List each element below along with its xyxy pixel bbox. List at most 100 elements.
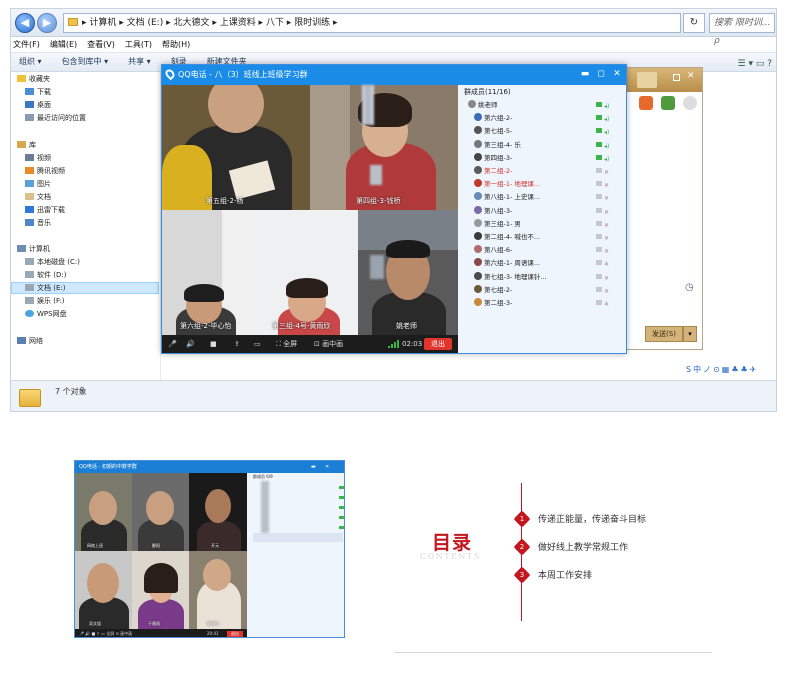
- member-row[interactable]: 第二组-4- 喊也不... ✕: [474, 231, 634, 243]
- picture-in-picture-button[interactable]: ⊡ 画中画: [314, 335, 343, 353]
- address-bar[interactable]: ▸ 计算机 ▸ 文档 (E:) ▸ 北大德文 ▸ 上课资料 ▸ 八下 ▸ 限时训…: [63, 13, 681, 33]
- desktop-icon: [25, 101, 34, 108]
- member-row[interactable]: 第二组-2- ✕: [474, 165, 634, 177]
- member-row[interactable]: 第三组-1- 男 ✕: [474, 218, 634, 230]
- nav-drive-d[interactable]: 软件 (D:): [25, 270, 66, 280]
- nav-xunlei[interactable]: 迅雷下载: [25, 205, 65, 215]
- share-screen-icon[interactable]: ⇪: [234, 335, 240, 353]
- member-row[interactable]: 第二组-3- ✕: [474, 297, 634, 309]
- member-name: 第七组-5-: [484, 127, 513, 136]
- nav-video[interactable]: 视频: [25, 153, 51, 163]
- nav-documents[interactable]: 文档: [25, 192, 51, 202]
- maximize-icon[interactable]: [673, 74, 680, 81]
- speaker-on-icon: ◂): [604, 116, 610, 124]
- back-button[interactable]: ◀: [15, 13, 35, 33]
- list-item[interactable]: [253, 533, 343, 542]
- nav-drive-f[interactable]: 娱乐 (F:): [25, 296, 65, 306]
- app-icon[interactable]: [661, 96, 675, 110]
- avatar: [474, 245, 482, 254]
- nav-network[interactable]: 网络: [17, 336, 43, 346]
- refresh-button[interactable]: ↻: [683, 13, 705, 33]
- menu-view[interactable]: 查看(V): [87, 40, 115, 49]
- close-icon[interactable]: ✕: [325, 461, 329, 473]
- call-duration: 20:41: [207, 631, 219, 636]
- exit-call-button[interactable]: 退出: [424, 338, 452, 350]
- nav-library[interactable]: 库: [17, 140, 36, 150]
- muted-icon: ✕: [604, 235, 610, 242]
- member-row[interactable]: 第七组-5- ◂): [474, 125, 634, 137]
- menu-help[interactable]: 帮助(H): [162, 40, 190, 49]
- send-button[interactable]: 发送(S): [645, 326, 683, 342]
- member-row[interactable]: 第八组-1- 上史课... ✕: [474, 191, 634, 203]
- exit-call-button[interactable]: 退出: [227, 631, 243, 637]
- member-row[interactable]: 第六组-1- 周语课... ✕: [474, 257, 634, 269]
- search-input[interactable]: 搜索 限时训... ρ: [709, 13, 775, 46]
- cloud-icon: [25, 310, 34, 317]
- minimize-button[interactable]: ▬: [578, 67, 592, 81]
- fullscreen-button[interactable]: ⛶ 全屏: [276, 335, 297, 353]
- muted-icon: ✕: [604, 261, 610, 269]
- nav-music[interactable]: 音乐: [25, 218, 51, 228]
- include-library-button[interactable]: 包含到库中 ▾: [62, 57, 109, 66]
- video-tile[interactable]: 网络上班: [75, 473, 132, 551]
- nav-tencent-video[interactable]: 腾讯视频: [25, 166, 65, 176]
- star-icon: [17, 75, 26, 82]
- app-icon[interactable]: [639, 96, 653, 110]
- member-row[interactable]: 第三组-4- 乐 ◂): [474, 139, 634, 151]
- video-tile[interactable]: 鄱阳: [132, 473, 189, 551]
- member-row[interactable]: 第七组-2- ✕: [474, 284, 634, 296]
- nav-recent[interactable]: 最近访问的位置: [25, 113, 86, 123]
- organize-button[interactable]: 组织 ▾: [19, 57, 42, 66]
- video-tile[interactable]: 姚琴红: [189, 551, 247, 629]
- member-row[interactable]: 第七组-3- 地理课针... ✕: [474, 271, 634, 283]
- view-options[interactable]: ☰ ▾ ▭ ?: [738, 55, 772, 73]
- close-icon[interactable]: ✕: [687, 71, 695, 81]
- menu-edit[interactable]: 编辑(E): [50, 40, 77, 49]
- video-tile[interactable]: 第三组-4号-黄雨欣: [260, 210, 358, 335]
- member-row[interactable]: 第八组-6- ✕: [474, 244, 634, 256]
- video-tile[interactable]: 于雅丽: [132, 551, 189, 629]
- more-icon[interactable]: [683, 96, 697, 110]
- minimize-icon[interactable]: ▬: [311, 461, 316, 473]
- screen-icon[interactable]: ▭: [254, 335, 261, 353]
- muted-icon: ✕: [604, 301, 610, 308]
- muted-icon: ✕: [604, 221, 610, 229]
- forward-button[interactable]: ▶: [37, 13, 57, 33]
- camera-on-icon: [596, 102, 602, 107]
- speaker-icon[interactable]: 🔊: [186, 335, 195, 353]
- contents-subtitle: CONTENTS: [420, 552, 481, 561]
- send-options-button[interactable]: ▾: [683, 326, 697, 342]
- member-row[interactable]: 第四组-3- ◂): [474, 152, 634, 164]
- control-icons[interactable]: 🎤 🔊 ■ ⇪ ▭ 全屏 ⊡ 画中画: [79, 629, 132, 637]
- member-row[interactable]: 第八组-3- ✕: [474, 205, 634, 217]
- video-tile[interactable]: 第六组-2-毕心怡: [162, 210, 260, 335]
- speaker-on-icon: ◂): [604, 155, 610, 163]
- folder-icon: [19, 389, 41, 407]
- mic-icon[interactable]: 🎤: [168, 335, 177, 353]
- nav-drive-c[interactable]: 本地磁盘 (C:): [25, 257, 80, 267]
- video-tile[interactable]: 开元: [189, 473, 247, 551]
- video-tile[interactable]: 第五组-2-杨: [162, 85, 310, 210]
- camera-icon[interactable]: ■: [210, 335, 217, 353]
- nav-download[interactable]: 下载: [25, 87, 51, 97]
- nav-computer[interactable]: 计算机: [17, 244, 50, 254]
- menu-file[interactable]: 文件(F): [13, 40, 40, 49]
- nav-favorites[interactable]: 收藏夹: [17, 74, 50, 84]
- video-tile[interactable]: 第四组-3-钱桥: [310, 85, 458, 210]
- video-tile[interactable]: 双文组: [75, 551, 132, 629]
- item-number: 3: [519, 571, 525, 579]
- nav-drive-e[interactable]: 文档 (E:): [25, 283, 65, 293]
- member-row[interactable]: 第一组-1- 地理课... ✕: [474, 178, 634, 190]
- member-row[interactable]: 姚老师 ◂): [468, 99, 628, 111]
- menu-tools[interactable]: 工具(T): [125, 40, 152, 49]
- history-clock-icon[interactable]: ◷: [685, 282, 694, 293]
- member-row[interactable]: 第六组-2- ◂): [474, 112, 634, 124]
- participant-name: 第五组-2-杨: [206, 197, 244, 205]
- nav-pictures[interactable]: 图片: [25, 179, 51, 189]
- nav-wps[interactable]: WPS网盘: [25, 309, 67, 319]
- ime-toolbar[interactable]: S中ノ⊙▦♣♣✈: [686, 364, 776, 380]
- close-button[interactable]: ✕: [610, 67, 624, 81]
- nav-desktop[interactable]: 桌面: [25, 100, 51, 110]
- maximize-button[interactable]: ◻: [594, 67, 608, 81]
- share-button[interactable]: 共享 ▾: [128, 57, 151, 66]
